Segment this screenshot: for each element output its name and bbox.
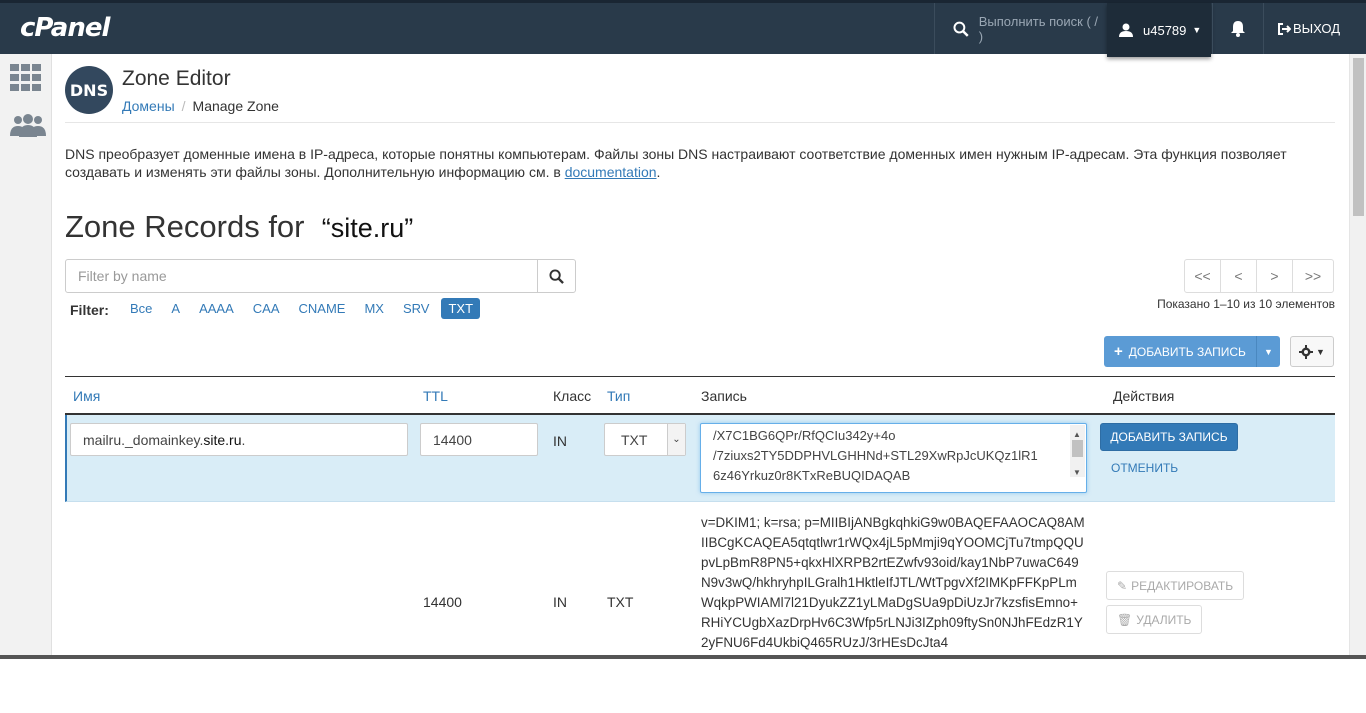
- global-search[interactable]: Выполнить поиск ( / ): [934, 3, 1104, 54]
- bell-icon: [1230, 21, 1245, 37]
- cancel-button[interactable]: ОТМЕНИТЬ: [1111, 461, 1178, 475]
- chevron-down-icon: ▼: [1192, 25, 1202, 35]
- delete-button[interactable]: 🗑 УДАЛИТЬ: [1106, 605, 1203, 634]
- chevron-down-icon: ▼: [1316, 346, 1325, 357]
- filter-type-caa[interactable]: CAA: [246, 298, 287, 319]
- page-description: DNS преобразует доменные имена в IP-адре…: [65, 145, 1325, 181]
- sidebar: [0, 54, 52, 659]
- last-page-button[interactable]: >>: [1292, 259, 1334, 293]
- filter-type-a[interactable]: A: [164, 298, 187, 319]
- documentation-link[interactable]: documentation: [565, 164, 657, 180]
- table-top-border: [65, 376, 1335, 377]
- breadcrumb-current: Manage Zone: [192, 98, 279, 114]
- page-scrollbar[interactable]: [1349, 54, 1366, 659]
- edit-button[interactable]: ✎ РЕДАКТИРОВАТЬ: [1106, 571, 1245, 600]
- scrollbar-thumb[interactable]: [1072, 440, 1083, 457]
- record-type-filters: Все A AAAA CAA CNAME MX SRV TXT: [123, 298, 485, 319]
- zone-title-prefix: Zone Records for: [65, 209, 305, 244]
- column-header-record: Запись: [701, 388, 747, 404]
- row-ttl: 14400: [423, 594, 462, 610]
- record-type-select[interactable]: TXT ⌄: [604, 423, 686, 456]
- breadcrumb-separator: /: [181, 98, 186, 114]
- edit-label: РЕДАКТИРОВАТЬ: [1131, 578, 1234, 593]
- record-name-suffix: .: [241, 431, 246, 448]
- gear-icon: [1299, 344, 1314, 359]
- users-icon[interactable]: [10, 114, 46, 144]
- row-type: TXT: [607, 594, 634, 610]
- row-record-value: v=DKIM1; k=rsa; p=MIIBIjANBgkqhkiG9w0BAQ…: [701, 515, 1085, 650]
- trash-icon: 🗑: [1117, 612, 1133, 627]
- logout-label: ВЫХОД: [1292, 21, 1341, 36]
- record-class: IN: [553, 433, 567, 449]
- filter-type-srv[interactable]: SRV: [396, 298, 437, 319]
- user-menu[interactable]: u45789 ▼: [1107, 3, 1211, 57]
- table-row: 14400 IN TXT v=DKIM1; k=rsa; p=MIIBIjANB…: [65, 503, 1335, 713]
- add-record-label: ДОБАВИТЬ ЗАПИСЬ: [1128, 344, 1246, 359]
- add-record-button[interactable]: + ДОБАВИТЬ ЗАПИСЬ: [1104, 336, 1256, 367]
- ttl-field[interactable]: 14400: [420, 423, 538, 456]
- username: u45789: [1143, 22, 1187, 38]
- record-name-prefix: mailru._domainkey.: [83, 431, 204, 448]
- column-header-ttl[interactable]: TTL: [423, 388, 448, 404]
- description-text: DNS преобразует доменные имена в IP-адре…: [65, 146, 1287, 180]
- pagination: << < > >>: [1184, 259, 1334, 293]
- first-page-button[interactable]: <<: [1184, 259, 1221, 293]
- logout-button[interactable]: ВЫХОД: [1263, 3, 1353, 54]
- global-search-input[interactable]: Выполнить поиск ( / ): [979, 14, 1104, 44]
- scrollbar-thumb[interactable]: [1353, 58, 1364, 216]
- add-record-dropdown-toggle[interactable]: ▼: [1255, 336, 1280, 367]
- save-record-button[interactable]: ДОБАВИТЬ ЗАПИСЬ: [1100, 423, 1238, 451]
- breadcrumb-domains-link[interactable]: Домены: [122, 98, 175, 114]
- record-line: /7ziuxs2TY5DDPHVLGHHNd+STL29XwRpJcUKQz1l…: [713, 448, 1038, 463]
- window-bottom-edge: [0, 655, 1366, 659]
- pencil-icon: ✎: [1117, 578, 1128, 593]
- filter-by-name-input[interactable]: Filter by name: [65, 259, 538, 293]
- filter-type-txt[interactable]: TXT: [441, 298, 481, 319]
- scroll-down-icon[interactable]: ▼: [1073, 463, 1081, 483]
- settings-dropdown-button[interactable]: ▼: [1290, 336, 1334, 367]
- chevron-down-icon: ▼: [1263, 346, 1273, 357]
- cpanel-logo[interactable]: cPanel: [20, 13, 110, 43]
- breadcrumb: Домены / Manage Zone: [122, 98, 279, 114]
- user-icon: [1119, 23, 1133, 37]
- chevron-down-icon: ⌄: [667, 424, 685, 455]
- column-header-type[interactable]: Тип: [607, 388, 630, 404]
- textarea-scrollbar[interactable]: ▲ ▼: [1070, 425, 1085, 477]
- filter-label: Filter:: [70, 302, 109, 318]
- column-header-actions: Действия: [1113, 388, 1175, 404]
- row-class: IN: [553, 594, 567, 610]
- record-value-textarea[interactable]: /X7C1BG6QPr/RfQCIu342y+4o /7ziuxs2TY5DDP…: [700, 423, 1087, 493]
- description-tail: .: [656, 164, 661, 180]
- delete-label: УДАЛИТЬ: [1136, 612, 1192, 627]
- grid-icon[interactable]: [10, 64, 44, 94]
- add-record-button-group: + ДОБАВИТЬ ЗАПИСЬ ▼: [1104, 336, 1280, 367]
- zone-domain: “site.ru”: [321, 213, 414, 243]
- column-header-name[interactable]: Имя: [73, 388, 100, 404]
- pagination-status: Показано 1–10 из 10 элементов: [1157, 297, 1335, 311]
- divider: [65, 122, 1335, 123]
- record-name-domain: site.ru: [203, 431, 242, 448]
- dns-logo-icon: DNS: [65, 66, 113, 114]
- plus-icon: +: [1114, 343, 1123, 360]
- edit-record-row: mailru._domainkey. site.ru. 14400 IN TXT …: [65, 415, 1335, 502]
- logout-icon: [1277, 22, 1291, 35]
- filter-type-all[interactable]: Все: [123, 298, 159, 319]
- column-header-class: Класс: [553, 388, 592, 404]
- top-bar: cPanel Выполнить поиск ( / ) u45789 ▼ ВЫ…: [0, 0, 1366, 57]
- page-title: Zone Editor: [122, 67, 231, 90]
- record-line: /X7C1BG6QPr/RfQCIu342y+4o: [713, 428, 896, 443]
- record-type-value: TXT: [621, 431, 648, 448]
- prev-page-button[interactable]: <: [1220, 259, 1257, 293]
- filter-search-button[interactable]: [537, 259, 576, 293]
- filter-type-cname[interactable]: CNAME: [292, 298, 353, 319]
- filter-type-aaaa[interactable]: AAAA: [192, 298, 241, 319]
- notifications-button[interactable]: [1212, 3, 1262, 54]
- zone-records-title: Zone Records for “site.ru”: [65, 209, 413, 245]
- record-name-field[interactable]: mailru._domainkey. site.ru.: [70, 423, 408, 456]
- filter-type-mx[interactable]: MX: [357, 298, 391, 319]
- next-page-button[interactable]: >: [1256, 259, 1293, 293]
- record-line: 6z46Yrkuz0r8KTxReBUQIDAQAB: [713, 468, 911, 483]
- search-icon: [953, 21, 969, 37]
- search-icon: [549, 268, 564, 284]
